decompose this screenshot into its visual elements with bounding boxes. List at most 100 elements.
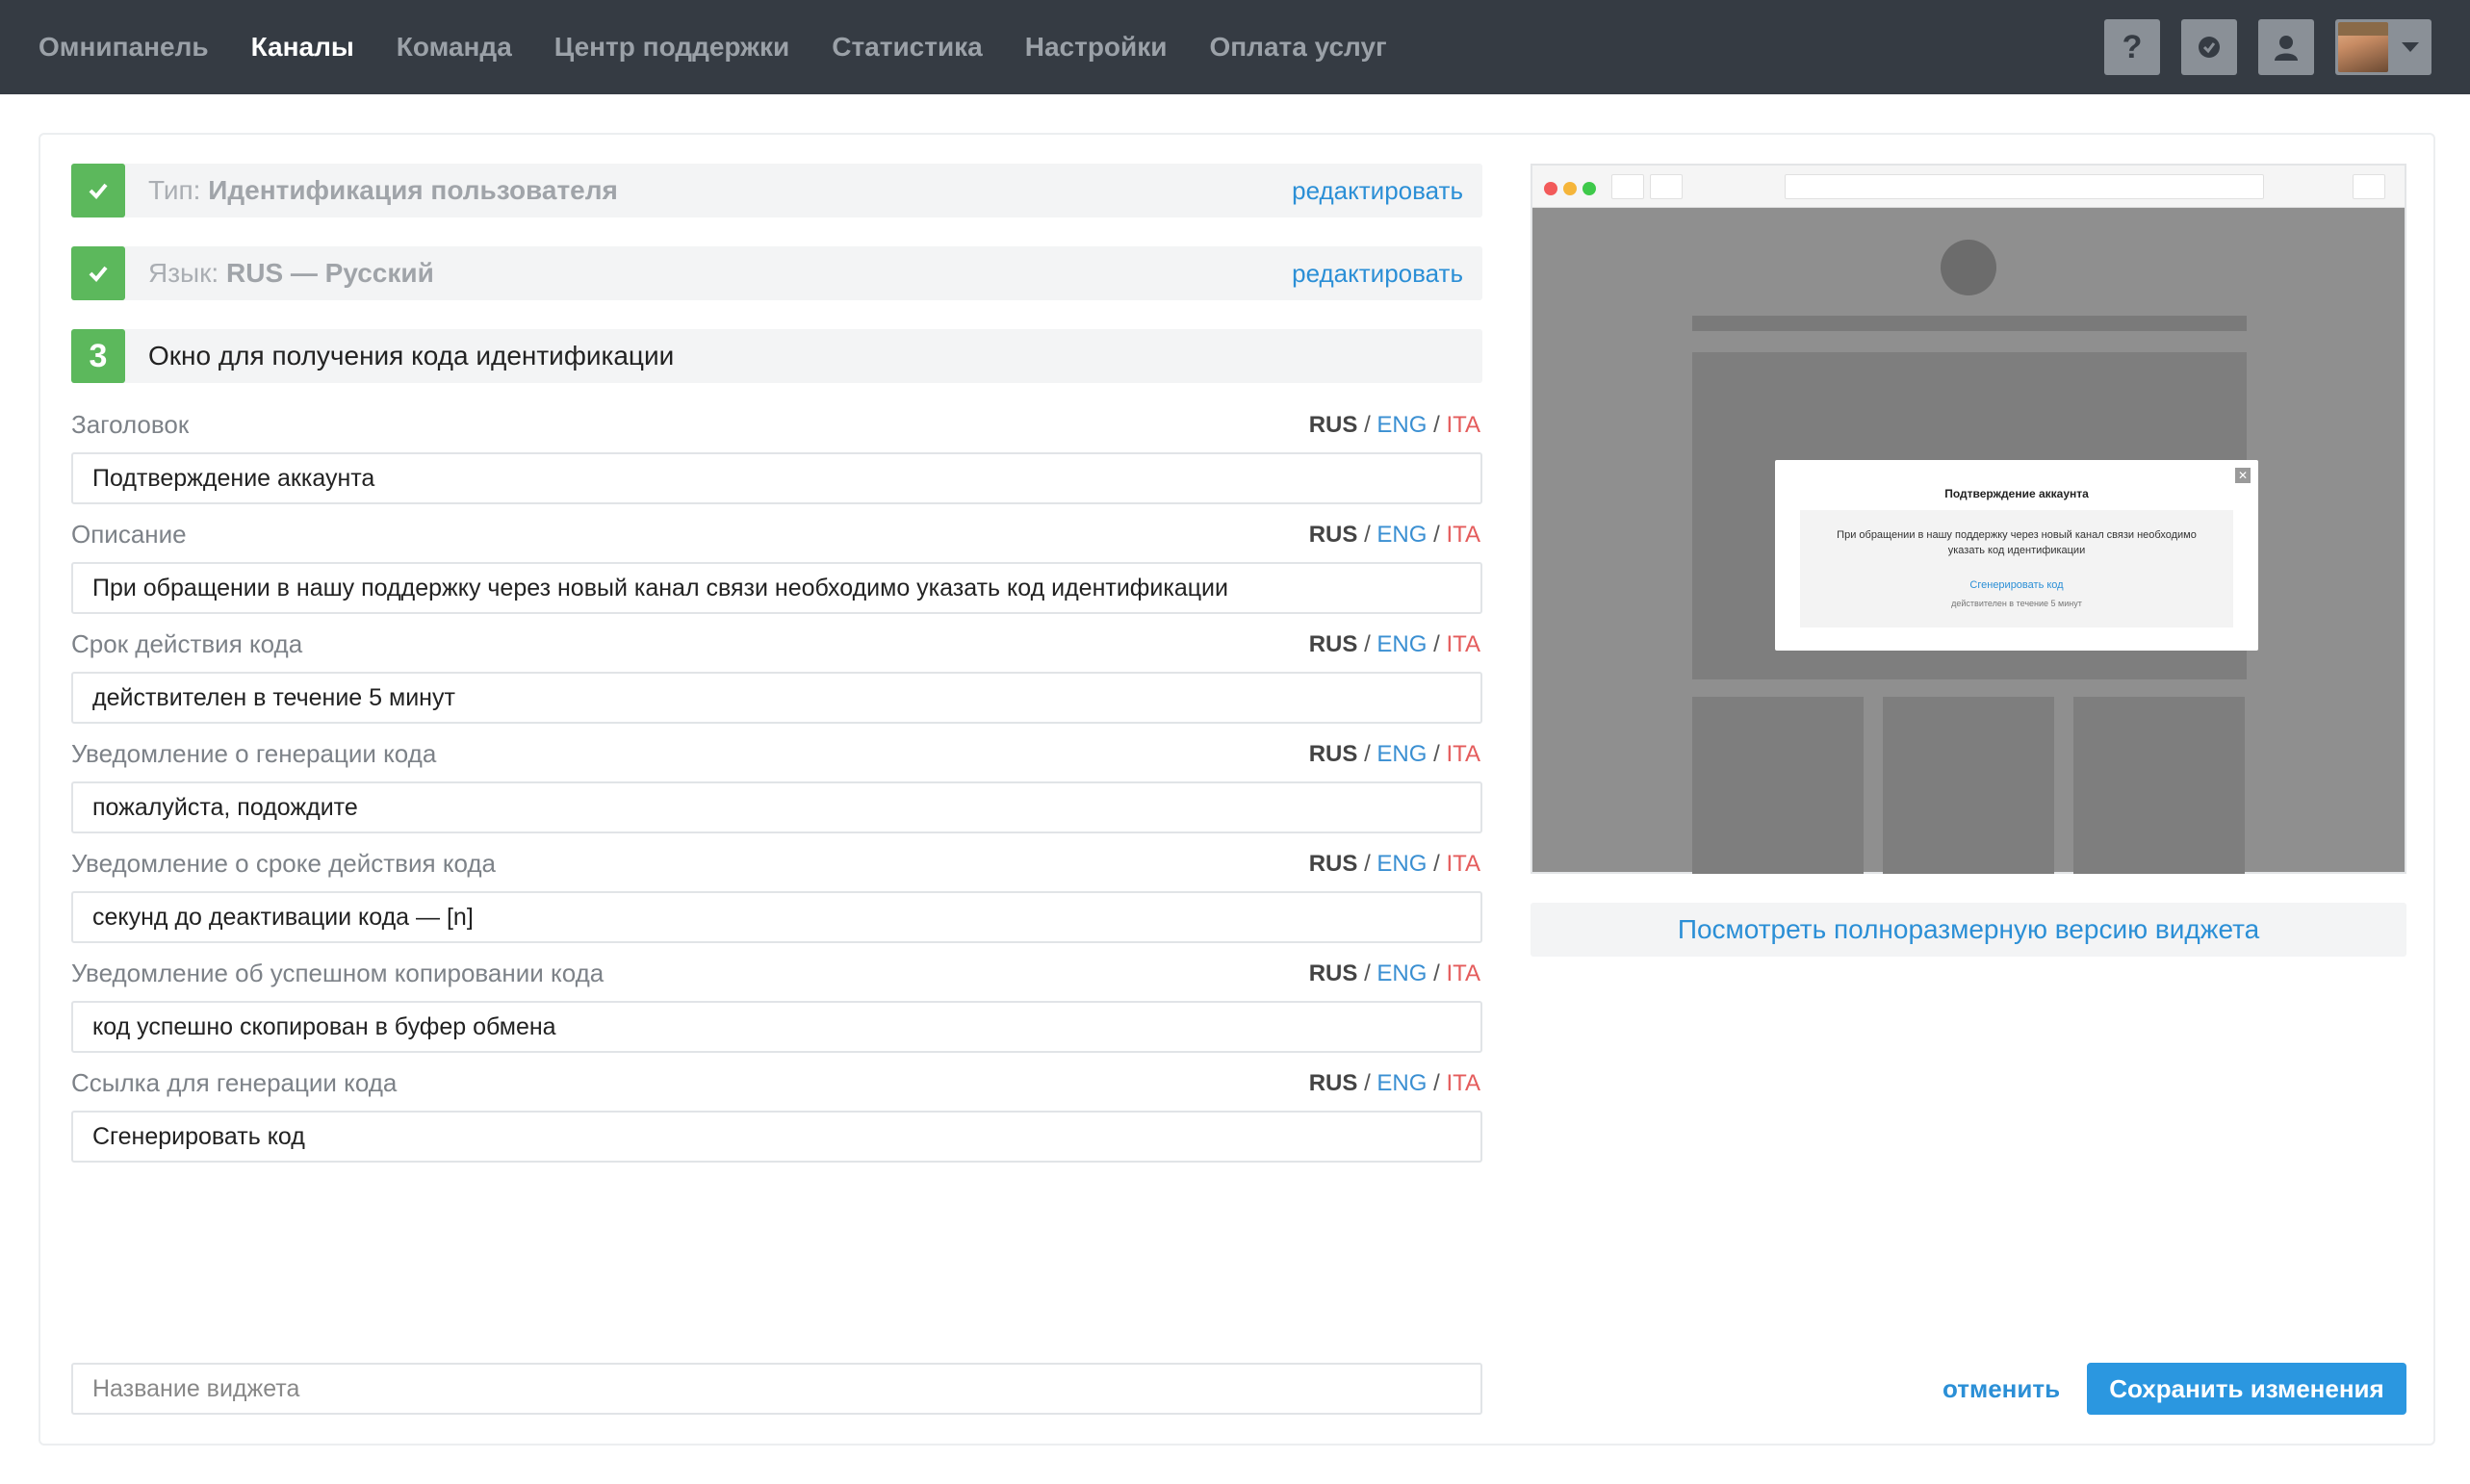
nav-item-team[interactable]: Команда <box>397 32 512 63</box>
field-label-copy-notice: Уведомление об успешном копировании кода <box>71 959 605 987</box>
top-icons: ? <box>2104 19 2431 75</box>
edit-language-link[interactable]: редактировать <box>1292 259 1463 289</box>
lang-rus[interactable]: RUS <box>1309 851 1358 877</box>
widget-preview: ✕ Подтверждение аккаунта При обращении в… <box>1531 164 2406 874</box>
expiry-notice-input[interactable]: секунд до деактивации кода — [n] <box>71 891 1482 943</box>
lang-separator: / <box>1433 741 1440 767</box>
step-language: Язык: RUS — Русский редактировать <box>71 246 1482 300</box>
step-type-summary: Тип: Идентификация пользователя <box>148 175 618 206</box>
lang-ita[interactable]: ITA <box>1446 1070 1480 1096</box>
chevron-down-icon <box>2402 42 2419 52</box>
main-nav: Омнипанель Каналы Команда Центр поддержк… <box>39 0 1387 94</box>
placeholder-bar <box>1692 316 2247 331</box>
title-input[interactable]: Подтверждение аккаунта <box>71 452 1482 504</box>
lang-separator: / <box>1433 851 1440 877</box>
browser-address-bar <box>1785 174 2264 199</box>
description-input[interactable]: При обращении в нашу поддержку через нов… <box>71 562 1482 614</box>
preview-modal-title: Подтверждение аккаунта <box>1944 487 2089 500</box>
top-navbar: Омнипанель Каналы Команда Центр поддержк… <box>0 0 2470 94</box>
copy-notice-input[interactable]: код успешно скопирован в буфер обмена <box>71 1001 1482 1053</box>
field-label-generate-link: Ссылка для генерации кода <box>71 1068 398 1097</box>
step-type-prefix: Тип: <box>148 175 201 205</box>
lang-rus[interactable]: RUS <box>1309 960 1358 986</box>
nav-item-channels[interactable]: Каналы <box>251 32 354 63</box>
step-number: 3 <box>71 329 125 383</box>
lang-separator: / <box>1433 960 1440 986</box>
nav-item-billing[interactable]: Оплата услуг <box>1209 32 1386 63</box>
language-switch: RUS / ENG / ITA <box>1309 960 1480 987</box>
lang-ita[interactable]: ITA <box>1446 741 1480 767</box>
widget-name-input[interactable]: Название виджета <box>71 1363 1482 1415</box>
view-fullsize-button[interactable]: Посмотреть полноразмерную версию виджета <box>1531 903 2406 957</box>
placeholder-column <box>2073 697 2245 874</box>
lang-eng[interactable]: ENG <box>1377 522 1427 548</box>
lang-separator: / <box>1364 1070 1371 1096</box>
profile-button[interactable] <box>2258 19 2314 75</box>
check-icon <box>89 183 108 199</box>
lang-ita[interactable]: ITA <box>1446 412 1480 438</box>
user-icon <box>2275 36 2298 61</box>
placeholder-avatar <box>1941 240 1996 295</box>
step-done-badge <box>71 246 125 300</box>
browser-menu-button <box>2353 174 2385 199</box>
field-label-expiry-notice: Уведомление о сроке действия кода <box>71 849 497 878</box>
browser-back-button <box>1611 174 1644 199</box>
lang-eng[interactable]: ENG <box>1377 851 1427 877</box>
window-close-dot <box>1544 182 1557 195</box>
nav-item-support-center[interactable]: Центр поддержки <box>554 32 789 63</box>
language-switch: RUS / ENG / ITA <box>1309 631 1480 658</box>
lang-eng[interactable]: ENG <box>1377 1070 1427 1096</box>
lang-eng[interactable]: ENG <box>1377 631 1427 657</box>
preview-modal-generate-link: Сгенерировать код <box>1969 579 2064 591</box>
nav-item-omnipanel[interactable]: Омнипанель <box>39 32 209 63</box>
lang-ita[interactable]: ITA <box>1446 851 1480 877</box>
lang-separator: / <box>1364 631 1371 657</box>
check-icon <box>89 266 108 282</box>
step-type-value: Идентификация пользователя <box>208 175 618 205</box>
generation-notice-input[interactable]: пожалуйста, подождите <box>71 781 1482 833</box>
lang-ita[interactable]: ITA <box>1446 522 1480 548</box>
browser-chrome <box>1532 166 2405 208</box>
lang-separator: / <box>1433 412 1440 438</box>
lang-ita[interactable]: ITA <box>1446 960 1480 986</box>
step-type: Тип: Идентификация пользователя редактир… <box>71 164 1482 217</box>
lang-separator: / <box>1364 522 1371 548</box>
lang-rus[interactable]: RUS <box>1309 1070 1358 1096</box>
avatar <box>2338 22 2388 72</box>
lang-rus[interactable]: RUS <box>1309 631 1358 657</box>
lang-rus[interactable]: RUS <box>1309 522 1358 548</box>
status-button[interactable] <box>2181 19 2237 75</box>
edit-type-link[interactable]: редактировать <box>1292 176 1463 206</box>
lang-eng[interactable]: ENG <box>1377 412 1427 438</box>
language-switch: RUS / ENG / ITA <box>1309 741 1480 768</box>
placeholder-column <box>1692 697 1864 874</box>
window-minimize-dot <box>1563 182 1577 195</box>
step-language-summary: Язык: RUS — Русский <box>148 258 434 289</box>
field-label-description: Описание <box>71 520 187 549</box>
code-validity-input[interactable]: действителен в течение 5 минут <box>71 672 1482 724</box>
question-icon: ? <box>2122 28 2143 65</box>
preview-modal-validity: действителен в течение 5 минут <box>1951 599 2082 608</box>
lang-eng[interactable]: ENG <box>1377 960 1427 986</box>
generate-link-input[interactable]: Сгенерировать код <box>71 1111 1482 1163</box>
help-button[interactable]: ? <box>2104 19 2160 75</box>
lang-separator: / <box>1364 412 1371 438</box>
lang-separator: / <box>1364 851 1371 877</box>
lang-separator: / <box>1433 631 1440 657</box>
lang-separator: / <box>1364 960 1371 986</box>
field-label-generation-notice: Уведомление о генерации кода <box>71 739 437 768</box>
placeholder-column <box>1883 697 2054 874</box>
nav-item-settings[interactable]: Настройки <box>1025 32 1168 63</box>
save-button[interactable]: Сохранить изменения <box>2087 1363 2406 1415</box>
step-code-window: 3 Окно для получения кода идентификации <box>71 329 1482 383</box>
lang-rus[interactable]: RUS <box>1309 412 1358 438</box>
user-menu-button[interactable] <box>2335 19 2431 75</box>
step-language-prefix: Язык: <box>148 258 219 288</box>
field-label-code-validity: Срок действия кода <box>71 629 303 658</box>
cancel-button[interactable]: отменить <box>1943 1363 2060 1415</box>
nav-item-statistics[interactable]: Статистика <box>832 32 983 63</box>
lang-separator: / <box>1364 741 1371 767</box>
lang-ita[interactable]: ITA <box>1446 631 1480 657</box>
lang-rus[interactable]: RUS <box>1309 741 1358 767</box>
lang-eng[interactable]: ENG <box>1377 741 1427 767</box>
